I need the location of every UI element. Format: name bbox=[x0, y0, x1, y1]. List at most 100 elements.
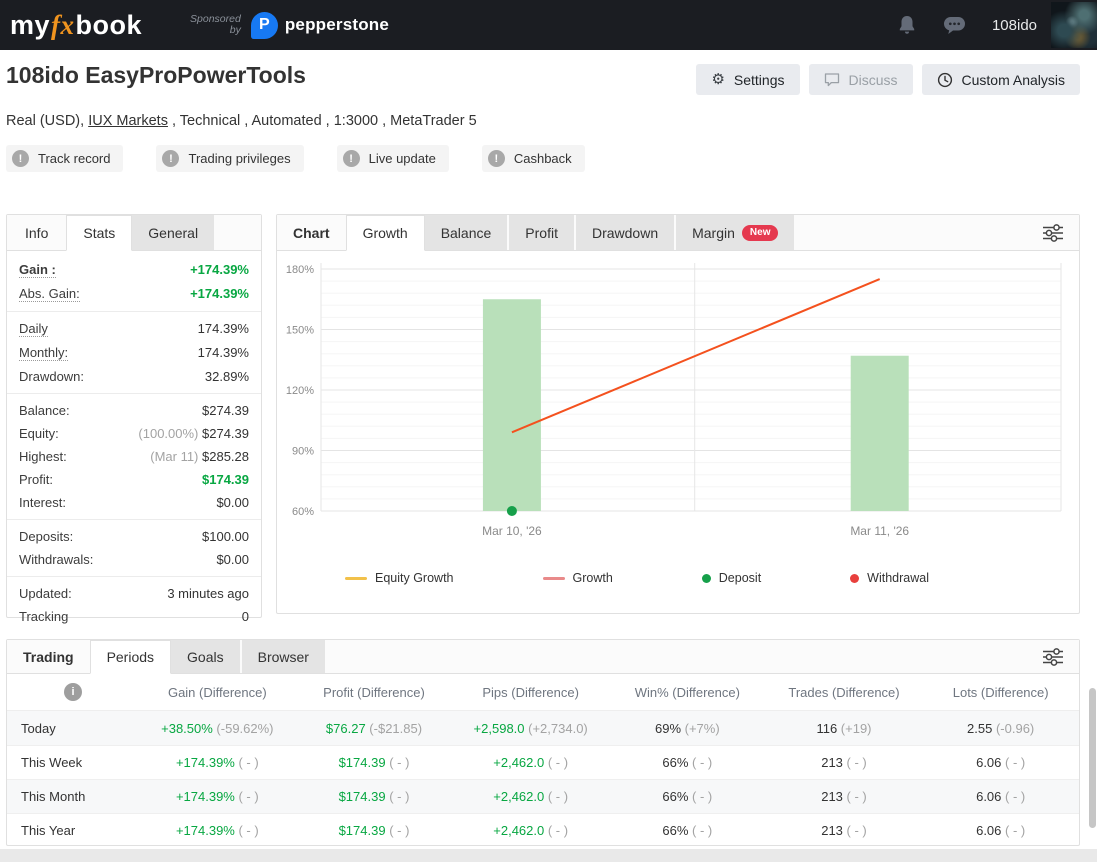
notifications-bell-icon[interactable] bbox=[897, 14, 917, 36]
table-cell: +2,462.0 ( - ) bbox=[452, 755, 609, 770]
custom-analysis-button-label: Custom Analysis bbox=[962, 72, 1065, 88]
table-row[interactable]: Today+38.50% (-59.62%)$76.27 (-$21.85)+2… bbox=[7, 711, 1079, 745]
dot-swatch-icon bbox=[850, 574, 859, 583]
cell-diff: (-$21.85) bbox=[366, 721, 422, 736]
stat-row[interactable]: Highest:(Mar 11) $285.28 bbox=[7, 445, 261, 468]
legend-item-withdrawal[interactable]: Withdrawal bbox=[850, 571, 929, 585]
table-row[interactable]: This Week+174.39% ( - )$174.39 ( - )+2,4… bbox=[7, 745, 1079, 779]
custom-analysis-button[interactable]: Custom Analysis bbox=[922, 64, 1080, 95]
badge-track-record[interactable]: ! Track record bbox=[6, 145, 123, 172]
cell-diff: ( - ) bbox=[544, 789, 568, 804]
sponsor-block[interactable]: Sponsored by P pepperstone bbox=[190, 12, 389, 39]
legend-item-deposit[interactable]: Deposit bbox=[702, 571, 761, 585]
svg-text:120%: 120% bbox=[286, 385, 314, 397]
cell-diff: ( - ) bbox=[386, 823, 410, 838]
account-subtitle: Real (USD), IUX Markets , Technical , Au… bbox=[6, 113, 477, 129]
legend-item-equity-growth[interactable]: Equity Growth bbox=[345, 571, 454, 585]
stat-row[interactable]: Withdrawals:$0.00 bbox=[7, 548, 261, 571]
tab-general[interactable]: General bbox=[132, 215, 216, 250]
cell-diff: (+7%) bbox=[681, 721, 720, 736]
settings-button[interactable]: ⚙ Settings bbox=[696, 64, 799, 95]
by-text: by bbox=[230, 25, 241, 36]
row-label: This Week bbox=[7, 755, 139, 770]
table-cell: 6.06 ( - ) bbox=[922, 789, 1079, 804]
tab-margin-label: Margin bbox=[692, 225, 735, 241]
tab-info[interactable]: Info bbox=[7, 215, 66, 250]
stat-row[interactable]: Gain :+174.39% bbox=[7, 258, 261, 282]
badge-live-update[interactable]: ! Live update bbox=[337, 145, 449, 172]
info-icon[interactable]: i bbox=[64, 683, 82, 701]
stat-value: 174.39% bbox=[198, 321, 249, 336]
table-cell: 66% ( - ) bbox=[609, 789, 766, 804]
stat-row[interactable]: Profit:$174.39 bbox=[7, 468, 261, 491]
stat-row[interactable]: Balance:$274.39 bbox=[7, 399, 261, 422]
table-cell: +2,462.0 ( - ) bbox=[452, 823, 609, 838]
cell-value: 213 bbox=[821, 789, 843, 804]
badge-cashback[interactable]: ! Cashback bbox=[482, 145, 585, 172]
cell-value: 6.06 bbox=[976, 789, 1001, 804]
stats-panel: Info Stats General Gain :+174.39%Abs. Ga… bbox=[6, 214, 262, 618]
cell-diff: ( - ) bbox=[235, 789, 259, 804]
cell-diff: ( - ) bbox=[386, 789, 410, 804]
stat-row[interactable]: Monthly:174.39% bbox=[7, 341, 261, 365]
line-swatch-icon bbox=[543, 577, 565, 580]
discuss-button[interactable]: Discuss bbox=[809, 64, 913, 95]
stat-label: Tracking bbox=[19, 609, 68, 624]
tab-balance[interactable]: Balance bbox=[425, 215, 510, 250]
tab-drawdown[interactable]: Drawdown bbox=[576, 215, 676, 250]
tab-growth[interactable]: Growth bbox=[346, 215, 425, 251]
cell-diff: ( - ) bbox=[386, 755, 410, 770]
tab-periods[interactable]: Periods bbox=[90, 640, 171, 674]
dot-swatch-icon bbox=[702, 574, 711, 583]
cell-diff: ( - ) bbox=[1001, 755, 1025, 770]
legend-item-growth[interactable]: Growth bbox=[543, 571, 613, 585]
broker-link[interactable]: IUX Markets bbox=[88, 113, 168, 129]
tab-goals[interactable]: Goals bbox=[171, 640, 242, 673]
tab-trading[interactable]: Trading bbox=[7, 640, 90, 673]
tab-browser[interactable]: Browser bbox=[242, 640, 327, 673]
divider bbox=[7, 393, 261, 394]
stat-value-prefix: (Mar 11) bbox=[150, 449, 202, 464]
svg-text:Mar 10, '26: Mar 10, '26 bbox=[482, 524, 542, 538]
cell-value: +174.39% bbox=[176, 823, 235, 838]
subtitle-post: , Technical , Automated , 1:3000 , MetaT… bbox=[168, 113, 477, 129]
column-header: Lots (Difference) bbox=[922, 685, 1079, 700]
stat-row[interactable]: Interest:$0.00 bbox=[7, 491, 261, 514]
table-cell: 213 ( - ) bbox=[766, 789, 923, 804]
growth-chart[interactable]: 180%150%120%90%60%Mar 10, '26Mar 11, '26 bbox=[281, 253, 1077, 565]
stat-row[interactable]: Daily174.39% bbox=[7, 317, 261, 341]
stat-label: Deposits: bbox=[19, 529, 73, 544]
pepperstone-icon: P bbox=[251, 12, 278, 39]
stat-value: 3 minutes ago bbox=[167, 586, 249, 601]
stat-row[interactable]: Drawdown:32.89% bbox=[7, 365, 261, 388]
top-navbar: myfxbook Sponsored by P pepperstone 108i… bbox=[0, 0, 1097, 50]
chart-options-sliders-icon[interactable] bbox=[1027, 215, 1079, 250]
table-cell: 213 ( - ) bbox=[766, 755, 923, 770]
pepperstone-logo[interactable]: P pepperstone bbox=[251, 12, 389, 39]
user-avatar[interactable] bbox=[1051, 2, 1097, 48]
tab-stats[interactable]: Stats bbox=[66, 215, 132, 251]
table-row[interactable]: This Month+174.39% ( - )$174.39 ( - )+2,… bbox=[7, 779, 1079, 813]
verification-badges: ! Track record ! Trading privileges ! Li… bbox=[6, 145, 585, 172]
tab-profit[interactable]: Profit bbox=[509, 215, 576, 250]
table-cell: $174.39 ( - ) bbox=[296, 823, 453, 838]
table-options-sliders-icon[interactable] bbox=[1027, 640, 1079, 673]
username[interactable]: 108ido bbox=[992, 17, 1037, 34]
stat-row[interactable]: Tracking0 bbox=[7, 605, 261, 628]
badge-trading-privileges[interactable]: ! Trading privileges bbox=[156, 145, 303, 172]
growth-chart-area[interactable]: 180%150%120%90%60%Mar 10, '26Mar 11, '26 bbox=[277, 251, 1079, 565]
stats-list: Gain :+174.39%Abs. Gain:+174.39% Daily174… bbox=[7, 251, 261, 628]
scrollbar-thumb[interactable] bbox=[1089, 688, 1096, 828]
table-cell: 69% (+7%) bbox=[609, 721, 766, 736]
messages-chat-icon[interactable] bbox=[943, 15, 966, 35]
stat-row[interactable]: Abs. Gain:+174.39% bbox=[7, 282, 261, 306]
tab-chart[interactable]: Chart bbox=[277, 215, 346, 250]
table-cell: $174.39 ( - ) bbox=[296, 789, 453, 804]
stat-value: 32.89% bbox=[205, 369, 249, 384]
stat-row[interactable]: Deposits:$100.00 bbox=[7, 525, 261, 548]
stat-row[interactable]: Equity:(100.00%) $274.39 bbox=[7, 422, 261, 445]
stat-row[interactable]: Updated:3 minutes ago bbox=[7, 582, 261, 605]
table-row[interactable]: This Year+174.39% ( - )$174.39 ( - )+2,4… bbox=[7, 813, 1079, 847]
tab-margin[interactable]: Margin New bbox=[676, 215, 796, 250]
myfxbook-logo[interactable]: myfxbook bbox=[10, 10, 142, 41]
